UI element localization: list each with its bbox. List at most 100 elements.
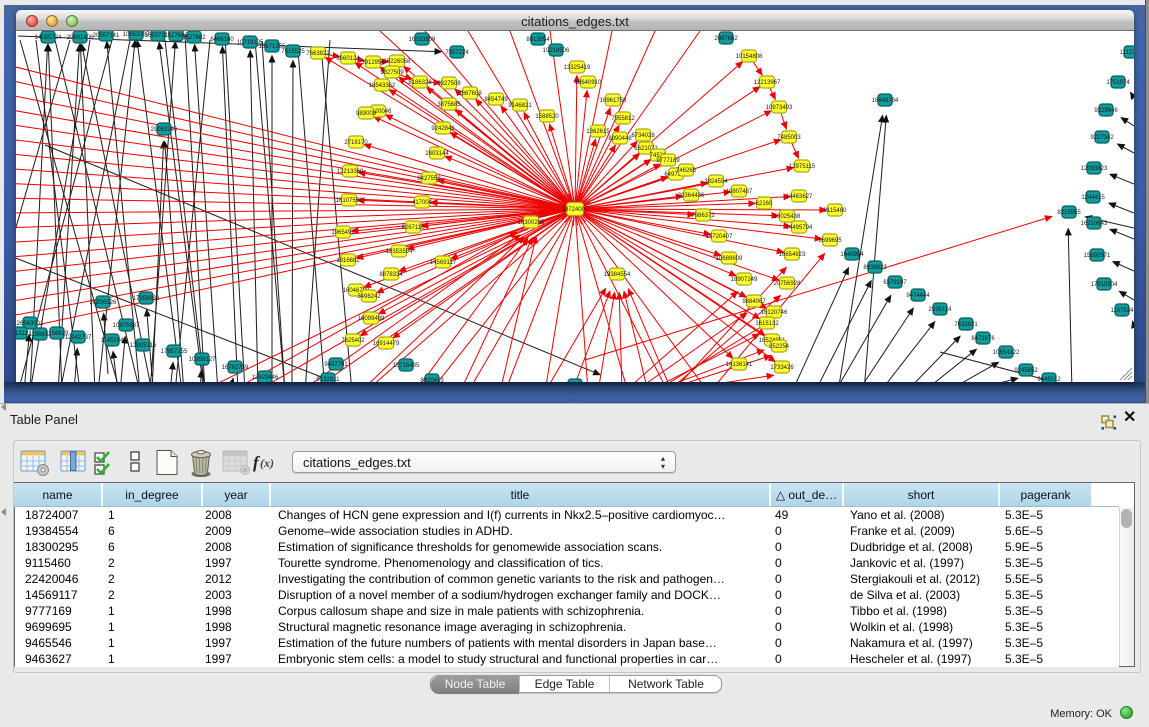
svg-text:9327509: 9327509: [380, 70, 404, 76]
svg-text:8990448: 8990448: [608, 136, 632, 142]
svg-text:12213967: 12213967: [754, 80, 781, 86]
svg-text:19218506: 19218506: [543, 48, 570, 54]
svg-text:14495794: 14495794: [786, 225, 813, 231]
svg-text:20364436: 20364436: [678, 193, 705, 199]
svg-text:62160: 62160: [756, 201, 773, 207]
svg-text:20206526: 20206526: [90, 300, 117, 306]
svg-text:1965492: 1965492: [331, 230, 355, 236]
svg-text:17359938: 17359938: [133, 296, 160, 302]
svg-text:18640910: 18640910: [575, 80, 602, 86]
svg-text:1751074: 1751074: [1106, 80, 1130, 86]
svg-text:3875685: 3875685: [437, 102, 461, 108]
svg-text:(x): (x): [260, 456, 274, 470]
svg-text:7986372: 7986372: [691, 213, 715, 219]
svg-text:2867608: 2867608: [458, 91, 482, 97]
svg-text:20691406: 20691406: [67, 35, 94, 41]
svg-text:8813054: 8813054: [526, 37, 550, 43]
svg-text:15226058: 15226058: [384, 59, 411, 65]
svg-text:6379197: 6379197: [883, 280, 907, 286]
svg-text:17957255: 17957255: [161, 349, 188, 355]
svg-text:18300295: 18300295: [518, 220, 545, 226]
svg-text:8471676: 8471676: [971, 336, 995, 342]
svg-text:1733426: 1733426: [770, 365, 794, 371]
svg-text:8660124: 8660124: [336, 56, 360, 62]
svg-text:6466160: 6466160: [210, 37, 234, 43]
svg-text:9327508: 9327508: [437, 81, 461, 87]
svg-text:12942737: 12942737: [65, 335, 92, 341]
svg-text:8427552: 8427552: [417, 176, 441, 182]
svg-text:16210643: 16210643: [1081, 221, 1108, 227]
svg-text:16107553: 16107553: [336, 198, 363, 204]
svg-text:9699695: 9699695: [818, 238, 842, 244]
svg-text:29053346: 29053346: [151, 127, 178, 133]
svg-text:14569117: 14569117: [430, 260, 457, 266]
svg-text:7357224: 7357224: [445, 50, 469, 56]
svg-text:1112776: 1112776: [1120, 50, 1134, 56]
svg-text:20557141: 20557141: [93, 33, 120, 39]
svg-text:1640954: 1640954: [840, 252, 864, 258]
svg-text:7955812: 7955812: [611, 116, 635, 122]
svg-text:10807487: 10807487: [726, 189, 753, 195]
svg-text:10654122: 10654122: [993, 350, 1020, 356]
svg-text:8938923: 8938923: [863, 265, 887, 271]
svg-text:15716485: 15716485: [393, 363, 420, 369]
svg-text:9474444: 9474444: [906, 293, 930, 299]
svg-text:3498242: 3498242: [357, 294, 381, 300]
svg-text:16782759: 16782759: [222, 365, 249, 371]
svg-text:10688609: 10688609: [716, 256, 743, 262]
svg-text:16120746: 16120746: [761, 310, 788, 316]
svg-text:10958127: 10958127: [189, 357, 216, 363]
svg-text:16654923: 16654923: [779, 252, 806, 258]
svg-text:8267110: 8267110: [402, 225, 426, 231]
svg-text:3912954: 3912954: [361, 60, 385, 66]
svg-text:1244415: 1244415: [1081, 195, 1105, 201]
svg-text:15720407: 15720407: [706, 234, 733, 240]
svg-text:20756928: 20756928: [774, 281, 801, 287]
svg-text:8186328: 8186328: [408, 80, 432, 86]
svg-text:9242848: 9242848: [431, 126, 455, 132]
svg-text:252254: 252254: [769, 344, 790, 350]
svg-text:1145194: 1145194: [101, 338, 125, 344]
svg-text:10154808: 10154808: [736, 54, 763, 60]
svg-text:26543001: 26543001: [17, 321, 44, 327]
svg-text:16543362: 16543362: [369, 83, 396, 89]
svg-text:10975887: 10975887: [113, 323, 140, 329]
svg-text:9245652: 9245652: [1014, 368, 1038, 374]
svg-text:12093823: 12093823: [1081, 166, 1108, 172]
svg-text:7663822: 7663822: [306, 51, 330, 57]
svg-text:12905115: 12905115: [130, 343, 157, 349]
svg-text:746266: 746266: [676, 168, 697, 174]
svg-text:6734028: 6734028: [631, 133, 655, 139]
svg-text:9329946: 9329946: [1094, 108, 1118, 114]
svg-text:2718170: 2718170: [344, 140, 368, 146]
svg-text:10025438: 10025438: [774, 214, 801, 220]
svg-text:9777169: 9777169: [656, 158, 680, 164]
svg-text:2087662: 2087662: [714, 36, 738, 42]
svg-text:3824554: 3824554: [704, 179, 728, 185]
svg-text:13325419: 13325419: [564, 65, 591, 71]
svg-text:18907249: 18907249: [731, 277, 758, 283]
svg-text:8878334: 8878334: [379, 272, 403, 278]
svg-text:16914479: 16914479: [373, 341, 400, 347]
svg-text:7625402: 7625402: [341, 338, 365, 344]
svg-text:12213369: 12213369: [337, 169, 364, 175]
svg-text:2935114: 2935114: [929, 307, 953, 313]
svg-text:1167534: 1167534: [1111, 308, 1134, 314]
svg-text:10973493: 10973493: [766, 105, 793, 111]
svg-text:8920413: 8920413: [420, 378, 444, 382]
svg-text:14463627: 14463627: [786, 194, 813, 200]
svg-text:1362615: 1362615: [586, 129, 610, 135]
svg-text:9227342: 9227342: [1090, 135, 1114, 141]
svg-text:9445012: 9445012: [1037, 377, 1061, 382]
svg-text:7515525: 7515525: [281, 49, 305, 55]
svg-text:15692971: 15692971: [1084, 253, 1111, 259]
svg-text:417004: 417004: [412, 200, 433, 206]
svg-text:16648784: 16648784: [872, 98, 899, 104]
svg-text:7485003: 7485003: [777, 135, 801, 141]
svg-text:17010504: 17010504: [1091, 282, 1118, 288]
svg-text:8215955: 8215955: [1057, 210, 1081, 216]
svg-text:1916682: 1916682: [336, 258, 360, 264]
svg-text:9132811: 9132811: [317, 377, 341, 382]
svg-text:14055724: 14055724: [35, 35, 62, 41]
svg-text:18724007: 18724007: [562, 207, 589, 213]
